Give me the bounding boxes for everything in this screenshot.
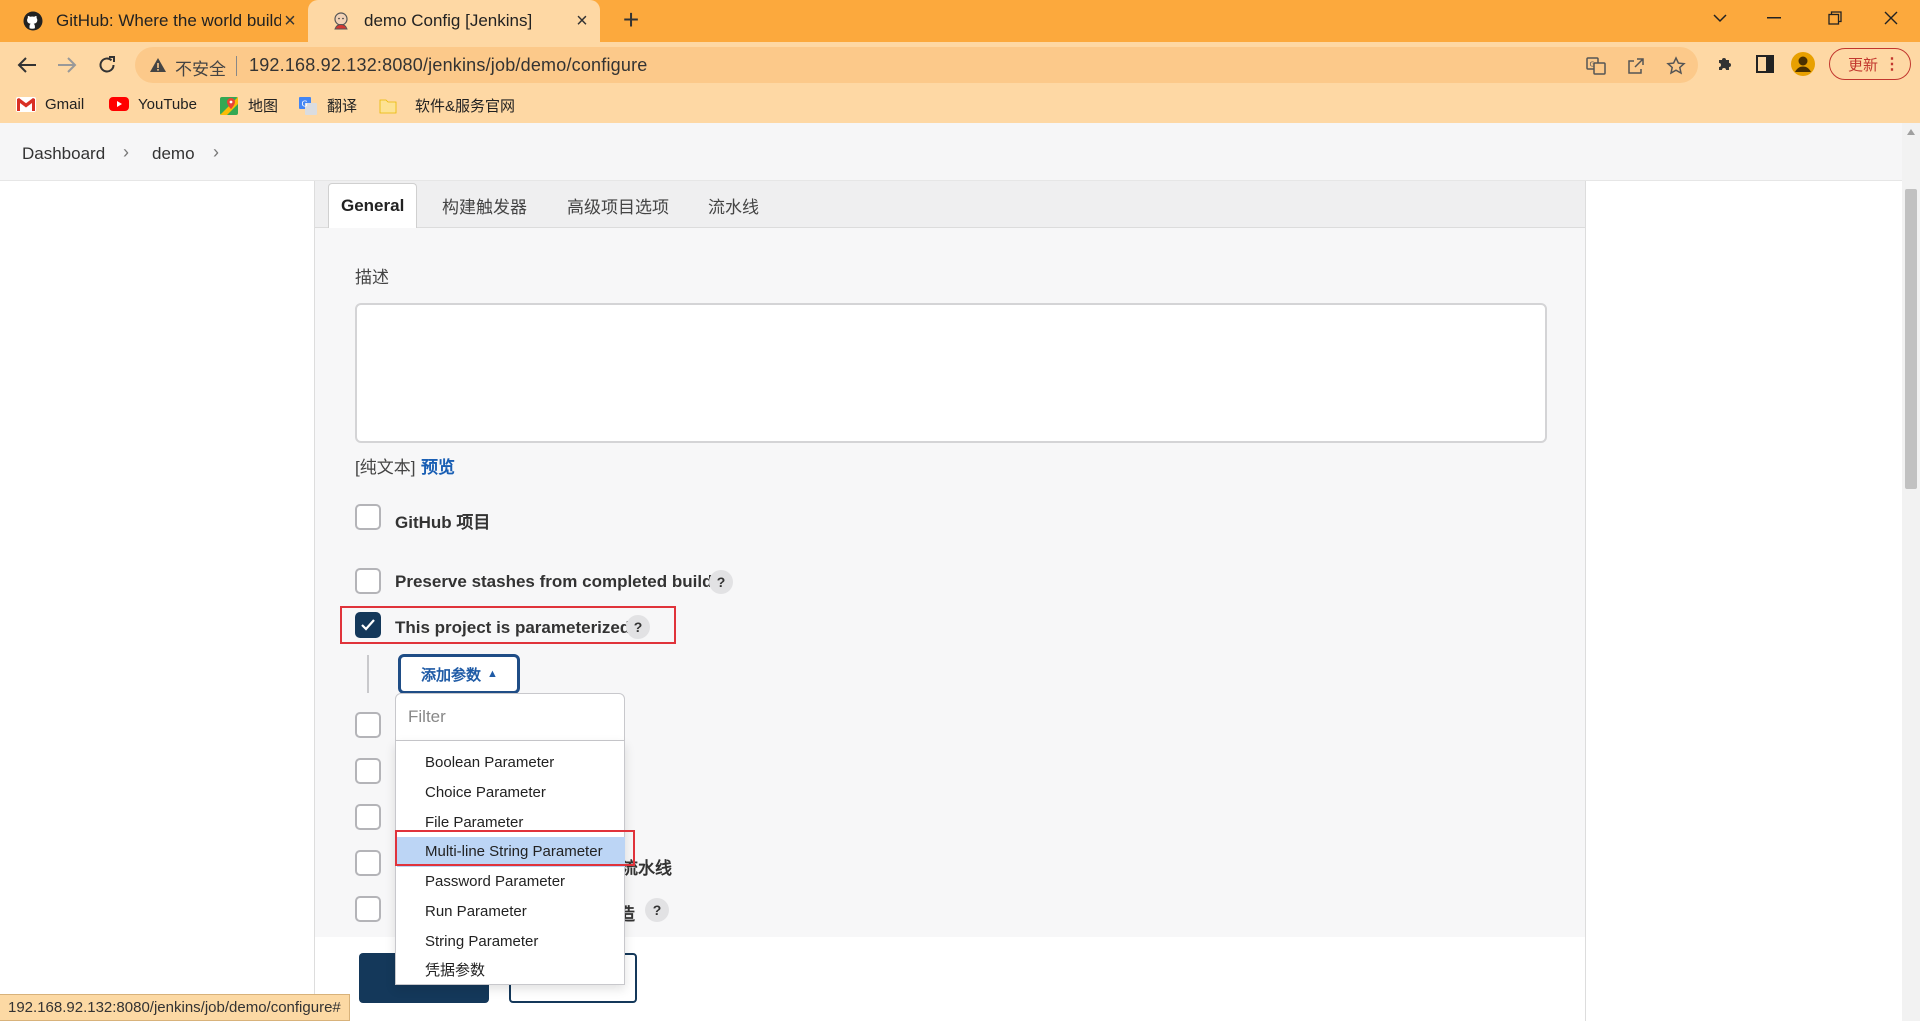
option-checkbox[interactable] xyxy=(355,712,381,738)
breadcrumb-demo[interactable]: demo xyxy=(152,144,195,164)
tab-title: demo Config [Jenkins] xyxy=(364,11,533,30)
option-checkbox[interactable] xyxy=(355,758,381,784)
chevron-right-icon[interactable]: › xyxy=(213,142,219,163)
tab-search-chevron-icon[interactable] xyxy=(1697,0,1743,36)
plain-text-label: [纯文本] xyxy=(355,458,416,477)
description-textarea[interactable] xyxy=(355,303,1547,443)
checkmark-icon xyxy=(361,619,375,631)
breadcrumb-dashboard[interactable]: Dashboard xyxy=(22,144,105,164)
youtube-icon xyxy=(109,95,129,113)
extensions-puzzle-icon[interactable] xyxy=(1711,50,1739,78)
svg-text:G: G xyxy=(1590,61,1595,69)
option-checkbox[interactable] xyxy=(355,804,381,830)
gmail-icon xyxy=(16,95,36,113)
chevron-right-icon[interactable]: › xyxy=(123,142,129,163)
warning-triangle-icon[interactable] xyxy=(149,56,167,74)
url-text[interactable]: 192.168.92.132:8080/jenkins/job/demo/con… xyxy=(249,55,648,76)
tab-general[interactable]: General xyxy=(328,183,418,228)
config-form: General 构建触发器 高级项目选项 流水线 描述 [纯文本] 预览 Git… xyxy=(314,181,1586,1021)
caret-up-icon: ▲ xyxy=(487,668,498,680)
maps-icon xyxy=(219,96,239,115)
tab-advanced-options[interactable]: 高级项目选项 xyxy=(555,183,681,228)
back-arrow-icon[interactable] xyxy=(12,50,42,80)
github-project-checkbox[interactable] xyxy=(355,504,381,530)
menu-item-password-parameter[interactable]: Password Parameter xyxy=(397,867,625,897)
parameterized-checkbox[interactable] xyxy=(355,612,381,638)
option-checkbox[interactable] xyxy=(355,896,381,922)
annotation-highlight-multiline xyxy=(395,830,635,866)
menu-item-boolean-parameter[interactable]: Boolean Parameter xyxy=(397,748,625,778)
scrollbar-thumb[interactable] xyxy=(1905,189,1917,489)
preview-link[interactable]: 预览 xyxy=(421,453,455,478)
tab-pipeline[interactable]: 流水线 xyxy=(696,183,771,228)
menu-item-run-parameter[interactable]: Run Parameter xyxy=(397,897,625,927)
translate-page-icon[interactable]: G xyxy=(1584,54,1608,78)
bookmarks-bar: Gmail YouTube 地图 G 翻译 软件&服务官网 xyxy=(0,87,1920,123)
bookmark-youtube[interactable]: YouTube xyxy=(109,95,197,113)
address-bar[interactable]: 不安全 192.168.92.132:8080/jenkins/job/demo… xyxy=(135,47,1698,83)
help-icon[interactable]: ? xyxy=(626,615,650,639)
bookmark-label: YouTube xyxy=(138,95,197,113)
close-icon[interactable]: × xyxy=(572,11,592,31)
add-parameter-button[interactable]: 添加参数 ▲ xyxy=(398,654,520,694)
new-tab-plus-icon[interactable]: + xyxy=(616,6,646,36)
bookmark-gmail[interactable]: Gmail xyxy=(16,95,84,113)
profile-avatar-icon[interactable] xyxy=(1789,50,1817,78)
menu-item-choice-parameter[interactable]: Choice Parameter xyxy=(397,778,625,808)
side-panel-icon[interactable] xyxy=(1751,50,1779,78)
update-button[interactable]: 更新 ⋮ xyxy=(1829,48,1911,80)
config-tabs: General 构建触发器 高级项目选项 流水线 xyxy=(315,181,1585,228)
bookmark-maps[interactable]: 地图 xyxy=(219,95,278,116)
reload-icon[interactable] xyxy=(92,50,122,80)
menu-item-string-parameter[interactable]: String Parameter xyxy=(397,927,625,957)
tab-jenkins-config[interactable]: demo Config [Jenkins] × xyxy=(308,0,600,42)
jenkins-page: Dashboard › demo › General 构建触发器 高级项目选项 … xyxy=(0,123,1920,1021)
bookmark-label: 地图 xyxy=(248,98,279,115)
close-icon[interactable]: × xyxy=(280,11,300,31)
tab-title: GitHub: Where the world build xyxy=(56,11,281,30)
bookmark-star-icon[interactable] xyxy=(1664,54,1688,78)
parameterized-label[interactable]: This project is parameterized xyxy=(395,618,630,638)
tab-build-triggers[interactable]: 构建触发器 xyxy=(430,183,539,228)
minimize-icon[interactable] xyxy=(1751,0,1797,36)
forward-arrow-icon[interactable] xyxy=(52,50,82,80)
folder-icon xyxy=(378,97,398,115)
help-icon[interactable]: ? xyxy=(709,570,733,594)
add-parameter-label: 添加参数 xyxy=(421,666,482,684)
github-icon xyxy=(22,10,44,32)
preserve-stashes-label[interactable]: Preserve stashes from completed builds xyxy=(395,572,722,592)
share-icon[interactable] xyxy=(1624,54,1648,78)
jenkins-icon xyxy=(330,10,352,32)
svg-text:G: G xyxy=(302,99,308,108)
scroll-up-arrow-icon[interactable] xyxy=(1907,129,1915,135)
preserve-stashes-checkbox[interactable] xyxy=(355,568,381,594)
menu-item-credentials-parameter[interactable]: 凭据参数 xyxy=(397,956,625,986)
browser-tab-bar: GitHub: Where the world build × demo Con… xyxy=(0,0,1920,42)
help-icon[interactable]: ? xyxy=(645,898,669,922)
browser-toolbar: 不安全 192.168.92.132:8080/jenkins/job/demo… xyxy=(0,42,1920,87)
window-close-icon[interactable] xyxy=(1868,0,1914,36)
security-label[interactable]: 不安全 xyxy=(175,55,226,80)
breadcrumb: Dashboard › demo › xyxy=(0,123,1902,181)
bookmark-label: 软件&服务官网 xyxy=(415,98,516,115)
bookmark-folder[interactable]: 软件&服务官网 xyxy=(378,95,515,116)
nested-indent-line xyxy=(367,655,369,693)
description-label: 描述 xyxy=(355,268,389,287)
restore-icon[interactable] xyxy=(1812,0,1858,36)
bookmark-label: 翻译 xyxy=(327,98,358,115)
update-label: 更新 xyxy=(1848,56,1879,74)
tab-github[interactable]: GitHub: Where the world build × xyxy=(0,0,308,42)
bookmark-label: Gmail xyxy=(45,95,85,113)
bookmark-translate[interactable]: G 翻译 xyxy=(298,95,357,116)
status-bar-url: 192.168.92.132:8080/jenkins/job/demo/con… xyxy=(0,994,350,1021)
page-scrollbar[interactable] xyxy=(1902,123,1920,1021)
option-checkbox[interactable] xyxy=(355,850,381,876)
more-vert-icon: ⋮ xyxy=(1884,56,1900,73)
address-divider xyxy=(236,56,237,76)
github-project-label[interactable]: GitHub 项目 xyxy=(395,508,490,533)
parameter-filter-input[interactable]: Filter xyxy=(395,693,625,741)
translate-icon: G xyxy=(298,96,318,115)
